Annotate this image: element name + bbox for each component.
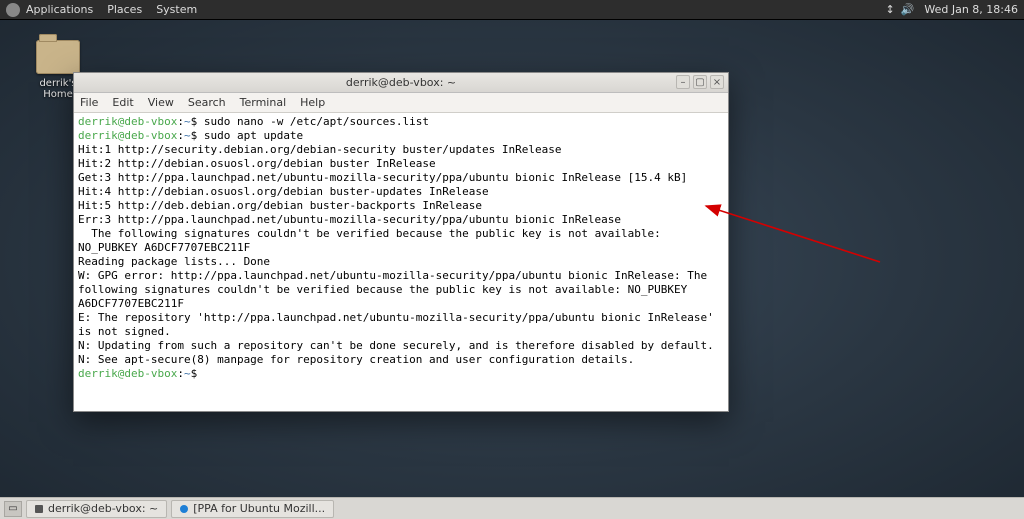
term-line: Err:3 http://ppa.launchpad.net/ubuntu-mo… xyxy=(78,213,621,226)
menubar-file[interactable]: File xyxy=(80,96,98,109)
prompt-user: derrik@deb-vbox xyxy=(78,115,177,128)
minimize-button[interactable]: – xyxy=(676,75,690,89)
menubar-edit[interactable]: Edit xyxy=(112,96,133,109)
close-button[interactable]: × xyxy=(710,75,724,89)
term-line: Hit:2 http://debian.osuosl.org/debian bu… xyxy=(78,157,436,170)
prompt-path: ~ xyxy=(184,115,191,128)
system-menu[interactable]: System xyxy=(156,3,197,16)
terminal-menubar: File Edit View Search Terminal Help xyxy=(74,93,728,113)
taskbar-item-label: derrik@deb-vbox: ~ xyxy=(48,502,158,515)
prompt-path: ~ xyxy=(184,367,191,380)
volume-tray-icon[interactable]: 🔊 xyxy=(901,3,915,16)
prompt-sep: : xyxy=(177,129,184,142)
top-panel: Applications Places System ↕ 🔊 Wed Jan 8… xyxy=(0,0,1024,20)
menubar-search[interactable]: Search xyxy=(188,96,226,109)
term-line: N: Updating from such a repository can't… xyxy=(78,339,714,352)
gnome-logo-icon[interactable] xyxy=(6,3,20,17)
applications-menu[interactable]: Applications xyxy=(26,3,93,16)
window-controls: – ▢ × xyxy=(676,75,724,89)
prompt-sym: $ xyxy=(191,129,198,142)
term-line: Hit:1 http://security.debian.org/debian-… xyxy=(78,143,561,156)
term-line: Get:3 http://ppa.launchpad.net/ubuntu-mo… xyxy=(78,171,687,184)
terminal-body[interactable]: derrik@deb-vbox:~$ sudo nano -w /etc/apt… xyxy=(74,113,728,411)
network-tray-icon[interactable]: ↕ xyxy=(885,3,894,16)
bottom-taskbar: ▭ derrik@deb-vbox: ~ [PPA for Ubuntu Moz… xyxy=(0,497,1024,519)
window-titlebar[interactable]: derrik@deb-vbox: ~ – ▢ × xyxy=(74,73,728,93)
taskbar-item-label: [PPA for Ubuntu Mozill... xyxy=(193,502,325,515)
prompt-sym: $ xyxy=(191,367,198,380)
term-line: E: The repository 'http://ppa.launchpad.… xyxy=(78,311,720,338)
prompt-sep: : xyxy=(177,367,184,380)
panel-clock[interactable]: Wed Jan 8, 18:46 xyxy=(924,3,1018,16)
terminal-window: derrik@deb-vbox: ~ – ▢ × File Edit View … xyxy=(73,72,729,412)
term-line: Hit:5 http://deb.debian.org/debian buste… xyxy=(78,199,482,212)
prompt-sym: $ xyxy=(191,115,198,128)
term-line: Reading package lists... Done xyxy=(78,255,270,268)
term-line: Hit:4 http://debian.osuosl.org/debian bu… xyxy=(78,185,489,198)
menubar-terminal[interactable]: Terminal xyxy=(240,96,287,109)
taskbar-item-browser[interactable]: [PPA for Ubuntu Mozill... xyxy=(171,500,334,518)
taskbar-item-terminal[interactable]: derrik@deb-vbox: ~ xyxy=(26,500,167,518)
term-line: W: GPG error: http://ppa.launchpad.net/u… xyxy=(78,269,714,310)
terminal-task-icon xyxy=(35,505,43,513)
term-cmd-2: sudo apt update xyxy=(204,129,303,142)
menubar-view[interactable]: View xyxy=(148,96,174,109)
term-line: N: See apt-secure(8) manpage for reposit… xyxy=(78,353,634,366)
maximize-button[interactable]: ▢ xyxy=(693,75,707,89)
prompt-user: derrik@deb-vbox xyxy=(78,129,177,142)
prompt-user: derrik@deb-vbox xyxy=(78,367,177,380)
browser-task-icon xyxy=(180,505,188,513)
term-line-error: The following signatures couldn't be ver… xyxy=(78,227,667,254)
show-desktop-button[interactable]: ▭ xyxy=(4,501,22,517)
places-menu[interactable]: Places xyxy=(107,3,142,16)
term-cmd-1: sudo nano -w /etc/apt/sources.list xyxy=(204,115,429,128)
prompt-sep: : xyxy=(177,115,184,128)
window-title: derrik@deb-vbox: ~ xyxy=(74,76,728,89)
menubar-help[interactable]: Help xyxy=(300,96,325,109)
prompt-path: ~ xyxy=(184,129,191,142)
folder-icon xyxy=(36,40,80,74)
